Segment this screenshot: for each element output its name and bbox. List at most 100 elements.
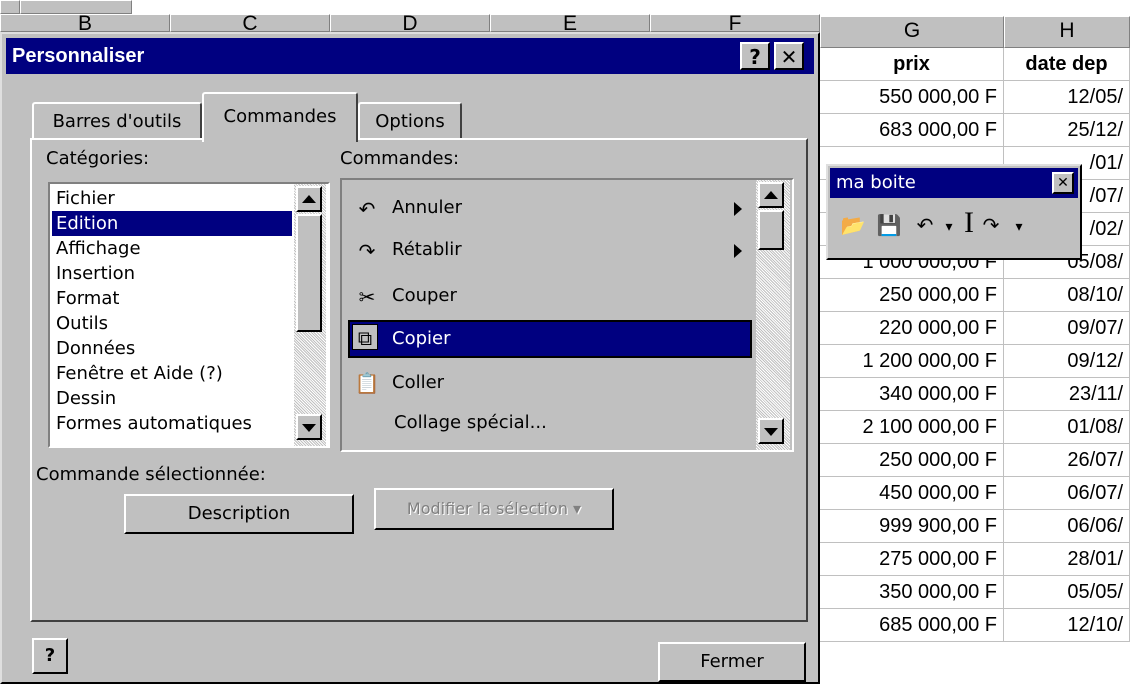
command-redo[interactable]: Rétablir <box>392 239 462 260</box>
column-header-h[interactable]: H <box>1004 16 1130 48</box>
tab-commands[interactable]: Commandes <box>202 92 358 142</box>
help-button[interactable]: ? <box>740 42 770 70</box>
column-g-cells: prix 550 000,00 F 683 000,00 F1 000 000,00… <box>820 48 1004 684</box>
table-cell[interactable]: 06/07/ <box>1004 477 1130 510</box>
table-cell[interactable]: 685 000,00 F <box>820 609 1004 642</box>
table-cell[interactable]: 01/08/ <box>1004 411 1130 444</box>
commands-label: Commandes: <box>340 148 460 169</box>
table-cell[interactable]: 26/07/ <box>1004 444 1130 477</box>
column-header-b[interactable]: B <box>0 13 170 34</box>
list-item[interactable]: Affichage <box>52 236 292 261</box>
scroll-up-button[interactable] <box>758 182 784 208</box>
column-h-cells: date dep 12/05/25/12//01//07//02/05/08/08… <box>1004 48 1130 684</box>
table-cell[interactable]: 23/11/ <box>1004 378 1130 411</box>
table-cell[interactable]: 25/12/ <box>1004 114 1130 147</box>
chevron-down-icon <box>764 428 778 436</box>
list-item[interactable]: Données <box>52 336 292 361</box>
help-icon[interactable]: ? <box>32 638 68 674</box>
submenu-arrow-icon <box>734 244 742 258</box>
table-cell[interactable]: 220 000,00 F <box>820 312 1004 345</box>
table-cell[interactable]: date dep <box>1004 48 1130 81</box>
chevron-up-icon <box>764 191 778 199</box>
list-item[interactable]: Edition <box>52 211 292 236</box>
chevron-down-icon <box>302 424 316 432</box>
table-cell[interactable]: 250 000,00 F <box>820 279 1004 312</box>
table-cell[interactable]: 09/12/ <box>1004 345 1130 378</box>
corner-header[interactable] <box>0 0 20 14</box>
dropdown-arrow-icon[interactable]: ▾ <box>1006 214 1032 240</box>
command-cut[interactable]: Couper <box>392 285 457 306</box>
scroll-thumb[interactable] <box>758 210 784 250</box>
list-item[interactable]: Fichier <box>52 186 292 211</box>
command-copy[interactable]: Copier <box>392 328 450 349</box>
table-cell[interactable]: 2 100 000,00 F <box>820 411 1004 444</box>
list-item[interactable]: Outils <box>52 311 292 336</box>
redo-icon[interactable]: ↷ <box>978 212 1004 238</box>
list-item[interactable]: Format <box>52 286 292 311</box>
table-cell[interactable]: 05/05/ <box>1004 576 1130 609</box>
column-header-g[interactable]: G <box>820 16 1004 48</box>
scroll-up-button[interactable] <box>296 186 322 212</box>
table-cell[interactable]: 275 000,00 F <box>820 543 1004 576</box>
table-cell[interactable]: 250 000,00 F <box>820 444 1004 477</box>
table-cell[interactable]: 550 000,00 F <box>820 81 1004 114</box>
command-paste[interactable]: Coller <box>392 372 444 393</box>
column-header-e[interactable]: E <box>490 13 650 34</box>
copy-icon: ⧉ <box>352 324 378 350</box>
table-cell[interactable]: prix <box>820 48 1004 81</box>
customize-dialog: Personnaliser ? ✕ Barres d'outils Comman… <box>0 32 820 684</box>
table-cell[interactable]: 12/05/ <box>1004 81 1130 114</box>
dialog-title: Personnaliser <box>12 45 145 67</box>
table-cell[interactable]: 999 900,00 F <box>820 510 1004 543</box>
floating-toolbar[interactable]: ma boite ✕ 📂 💾 ↶ ▾ I ↷ ▾ <box>826 164 1082 260</box>
chevron-up-icon <box>302 195 316 203</box>
save-icon[interactable]: 💾 <box>876 212 902 238</box>
table-cell[interactable]: 28/01/ <box>1004 543 1130 576</box>
description-button[interactable]: Description <box>124 494 354 534</box>
column-header-c[interactable]: C <box>170 13 330 34</box>
table-cell[interactable]: 08/10/ <box>1004 279 1130 312</box>
tab-toolbars[interactable]: Barres d'outils <box>32 102 202 140</box>
table-cell[interactable]: 1 200 000,00 F <box>820 345 1004 378</box>
dialog-titlebar[interactable]: Personnaliser <box>6 38 814 74</box>
table-cell[interactable]: 450 000,00 F <box>820 477 1004 510</box>
paste-icon: 📋 <box>354 371 380 395</box>
commands-listbox[interactable]: ↶ Annuler ↷ Rétablir ✂ Couper ⧉ Copier 📋… <box>340 178 794 452</box>
table-cell[interactable]: 06/06/ <box>1004 510 1130 543</box>
scroll-thumb[interactable] <box>296 214 322 332</box>
categories-label: Catégories: <box>46 148 150 169</box>
redo-icon: ↷ <box>358 239 376 263</box>
list-item[interactable]: Formes automatiques <box>52 411 292 436</box>
close-button[interactable]: ✕ <box>774 42 804 70</box>
list-item[interactable]: Fenêtre et Aide (?) <box>52 361 292 386</box>
commands-scrollbar[interactable] <box>756 180 790 450</box>
undo-icon[interactable]: ↶ <box>912 212 938 238</box>
header-gap <box>20 0 132 14</box>
list-item[interactable]: Insertion <box>52 261 292 286</box>
column-header-d[interactable]: D <box>330 13 490 34</box>
open-folder-icon[interactable]: 📂 <box>840 212 866 238</box>
list-item[interactable]: Dessin <box>52 386 292 411</box>
scroll-down-button[interactable] <box>758 418 784 444</box>
table-cell[interactable]: 350 000,00 F <box>820 576 1004 609</box>
scissors-icon: ✂ <box>358 285 376 309</box>
table-cell[interactable]: 09/07/ <box>1004 312 1130 345</box>
close-dialog-button[interactable]: Fermer <box>658 642 806 682</box>
table-cell[interactable]: 683 000,00 F <box>820 114 1004 147</box>
column-header-f[interactable]: F <box>650 13 820 34</box>
categories-list: Fichier Edition Affichage Insertion Format Ou… <box>52 186 292 436</box>
selected-command-label: Commande sélectionnée: <box>36 464 266 485</box>
table-cell[interactable]: 340 000,00 F <box>820 378 1004 411</box>
tab-options[interactable]: Options <box>358 102 462 140</box>
floating-toolbar-title[interactable]: ma boite <box>830 168 1078 198</box>
table-cell[interactable]: 12/10/ <box>1004 609 1130 642</box>
command-paste-special[interactable]: Collage spécial... <box>394 412 547 433</box>
floating-toolbar-close[interactable]: ✕ <box>1052 172 1074 194</box>
modify-selection-button[interactable]: Modifier la sélection ▾ <box>374 488 614 530</box>
submenu-arrow-icon <box>734 202 742 216</box>
scroll-down-button[interactable] <box>296 414 322 440</box>
undo-icon: ↶ <box>358 197 376 221</box>
command-undo[interactable]: Annuler <box>392 197 462 218</box>
categories-scrollbar[interactable] <box>294 184 326 446</box>
categories-listbox[interactable]: Fichier Edition Affichage Insertion Format Ou… <box>48 182 330 448</box>
